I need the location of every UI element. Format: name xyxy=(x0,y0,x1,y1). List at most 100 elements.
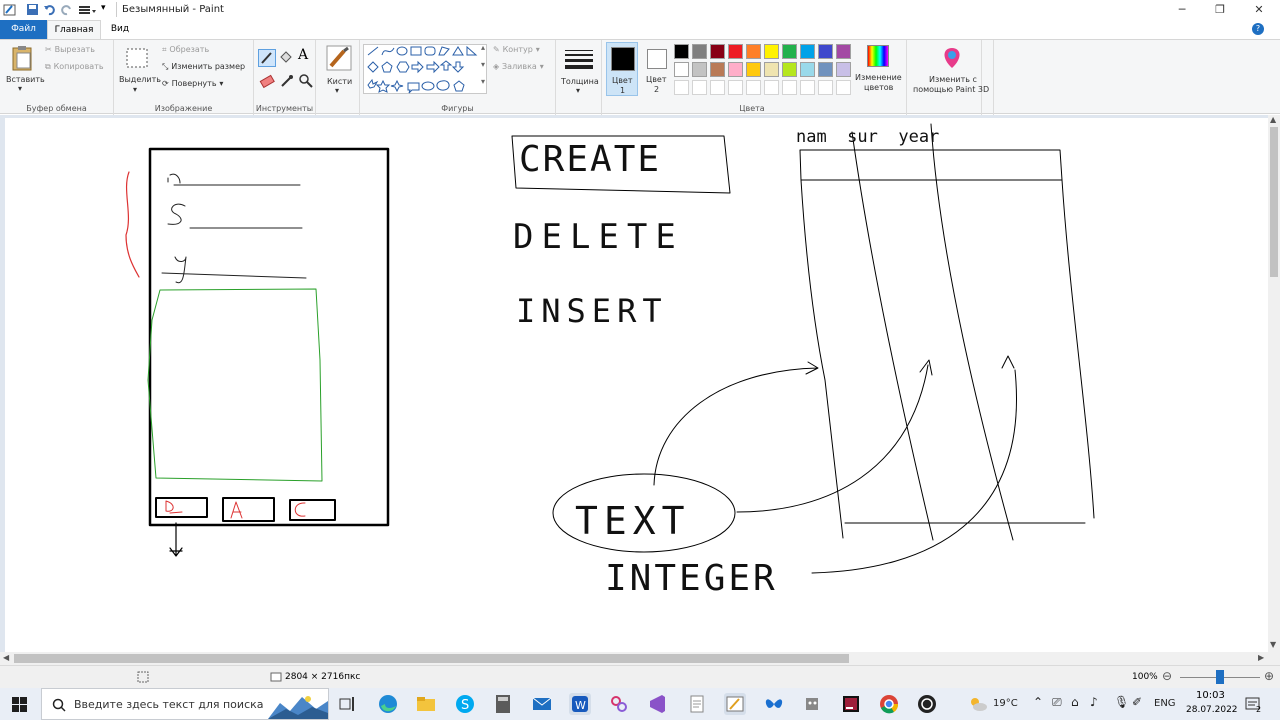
help-button[interactable]: ? xyxy=(1252,23,1264,35)
tab-view[interactable]: Вид xyxy=(104,20,136,39)
windows-start-icon[interactable] xyxy=(12,697,27,712)
palette-color-swatch[interactable] xyxy=(764,44,779,59)
text-tool-icon[interactable]: A xyxy=(298,47,308,63)
palette-color-swatch[interactable] xyxy=(674,62,689,77)
quick-access-dropdown-icon[interactable]: ▾ xyxy=(101,3,106,13)
palette-color-swatch[interactable] xyxy=(800,44,815,59)
magnifier-icon[interactable] xyxy=(298,73,314,89)
skype-icon[interactable]: S xyxy=(454,693,476,715)
palette-custom-slot[interactable] xyxy=(800,80,815,95)
weather-temp[interactable]: 19°C xyxy=(993,698,1018,709)
tray-expand-icon[interactable]: ⌃ xyxy=(1033,695,1043,709)
paste-dropdown-icon[interactable]: ▾ xyxy=(18,84,22,93)
microphone-icon[interactable]: 🎙 xyxy=(1114,695,1129,709)
brushes-button[interactable]: Кисти ▾ xyxy=(322,43,356,97)
zoom-slider-thumb[interactable] xyxy=(1216,670,1224,684)
color-picker-icon[interactable] xyxy=(279,73,295,89)
palette-color-swatch[interactable] xyxy=(782,62,797,77)
select-button[interactable]: Выделить ▾ xyxy=(117,43,161,95)
palette-custom-slot[interactable] xyxy=(746,80,761,95)
palette-color-swatch[interactable] xyxy=(674,44,689,59)
restore-button[interactable]: ❐ xyxy=(1201,0,1239,20)
eraser-icon[interactable] xyxy=(259,73,275,89)
palette-color-swatch[interactable] xyxy=(818,62,833,77)
vertical-scrollbar[interactable]: ▲ ▼ xyxy=(1268,115,1280,652)
shapes-scroll-down-icon[interactable]: ▾ xyxy=(481,60,485,69)
copy-button[interactable]: ⧉ Копировать xyxy=(45,62,104,74)
minimize-button[interactable]: ─ xyxy=(1163,0,1201,20)
color2-button[interactable]: Цвет 2 xyxy=(641,42,673,96)
palette-custom-slot[interactable] xyxy=(692,80,707,95)
pencil-icon[interactable] xyxy=(258,49,276,67)
shapes-more-icon[interactable]: ▾ xyxy=(481,77,485,86)
calculator-icon[interactable] xyxy=(492,693,514,715)
scroll-down-icon[interactable]: ▼ xyxy=(1270,640,1276,649)
palette-color-swatch[interactable] xyxy=(692,62,707,77)
word-icon[interactable]: W xyxy=(569,693,591,715)
chrome-icon[interactable] xyxy=(878,693,900,715)
butterfly-app-icon[interactable] xyxy=(763,693,785,715)
zoom-out-icon[interactable]: ⊖ xyxy=(1162,669,1172,683)
file-explorer-icon[interactable] xyxy=(415,693,437,715)
shapes-gallery[interactable] xyxy=(363,44,487,94)
tab-home[interactable]: Главная xyxy=(47,20,101,39)
task-view-icon[interactable] xyxy=(336,693,358,715)
palette-color-swatch[interactable] xyxy=(818,44,833,59)
volume-icon[interactable]: ♪ xyxy=(1090,695,1098,709)
rotate-button[interactable]: ⟳ Повернуть ▾ xyxy=(162,79,223,89)
mail-icon[interactable] xyxy=(531,693,553,715)
language-indicator[interactable]: ENG xyxy=(1154,698,1176,709)
scroll-up-icon[interactable]: ▲ xyxy=(1270,115,1276,124)
paint-taskbar-icon[interactable] xyxy=(724,693,746,715)
vertical-scroll-thumb[interactable] xyxy=(1270,127,1278,277)
palette-custom-slot[interactable] xyxy=(836,80,851,95)
edit-colors-button[interactable]: Изменение цветов xyxy=(854,42,902,98)
resize-button[interactable]: ⤡ Изменить размер xyxy=(162,62,245,72)
palette-custom-slot[interactable] xyxy=(710,80,725,95)
notepad-icon[interactable] xyxy=(686,693,708,715)
meet-now-icon[interactable]: ⎚ xyxy=(1052,695,1062,710)
zoom-in-icon[interactable]: ⊕ xyxy=(1264,669,1274,683)
palette-color-swatch[interactable] xyxy=(746,44,761,59)
palette-color-swatch[interactable] xyxy=(728,62,743,77)
palette-color-swatch[interactable] xyxy=(836,62,851,77)
taskbar-search-box[interactable]: Введите здесь текст для поиска xyxy=(41,688,329,720)
weather-icon[interactable] xyxy=(968,696,988,712)
palette-color-swatch[interactable] xyxy=(800,62,815,77)
customize-quick-access-icon[interactable] xyxy=(78,3,98,16)
fill-bucket-icon[interactable] xyxy=(278,49,294,65)
drawing-canvas[interactable]: CREATE DELETE INSERT TEXT INTEGER nam su… xyxy=(5,118,1268,652)
intellij-icon[interactable] xyxy=(840,693,862,715)
palette-color-swatch[interactable] xyxy=(728,44,743,59)
palette-custom-slot[interactable] xyxy=(674,80,689,95)
color1-button[interactable]: Цвет 1 xyxy=(606,42,638,96)
snipping-tool-icon[interactable] xyxy=(608,693,630,715)
robot-app-icon[interactable] xyxy=(801,693,823,715)
clock-time[interactable]: 10:03 xyxy=(1196,690,1225,701)
pen-icon[interactable]: ✐ xyxy=(1132,695,1142,709)
edge-icon[interactable] xyxy=(377,693,399,715)
obs-icon[interactable] xyxy=(916,693,938,715)
fill-button[interactable]: ◈ Заливка ▾ xyxy=(493,62,544,72)
horizontal-scroll-thumb[interactable] xyxy=(14,654,849,663)
redo-icon[interactable] xyxy=(60,3,73,16)
network-icon[interactable]: ⌂ xyxy=(1071,695,1079,709)
tab-file[interactable]: Файл xyxy=(0,20,47,39)
palette-color-swatch[interactable] xyxy=(692,44,707,59)
palette-color-swatch[interactable] xyxy=(782,44,797,59)
palette-custom-slot[interactable] xyxy=(764,80,779,95)
palette-custom-slot[interactable] xyxy=(728,80,743,95)
clock-date[interactable]: 28.07.2022 xyxy=(1186,705,1238,715)
palette-custom-slot[interactable] xyxy=(782,80,797,95)
shapes-scroll-up-icon[interactable]: ▴ xyxy=(481,43,485,52)
cut-button[interactable]: ✂ Вырезать xyxy=(45,45,95,57)
palette-color-swatch[interactable] xyxy=(710,44,725,59)
palette-color-swatch[interactable] xyxy=(746,62,761,77)
palette-color-swatch[interactable] xyxy=(710,62,725,77)
palette-custom-slot[interactable] xyxy=(818,80,833,95)
save-icon[interactable] xyxy=(26,3,39,16)
visual-studio-icon[interactable] xyxy=(646,693,668,715)
crop-button[interactable]: ⌗ Обрезать xyxy=(162,45,209,55)
horizontal-scrollbar[interactable]: ◀ ▶ xyxy=(0,652,1280,665)
close-button[interactable]: ✕ xyxy=(1240,0,1278,20)
